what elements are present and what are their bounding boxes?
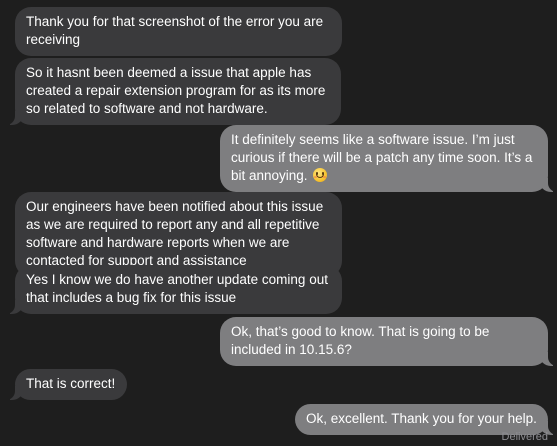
delivery-status: Delivered — [501, 431, 548, 443]
message-text: Thank you for that screenshot of the err… — [26, 14, 324, 47]
message-bubble-outgoing: It definitely seems like a software issu… — [220, 125, 557, 192]
message-text: It definitely seems like a software issu… — [231, 132, 533, 183]
message-text: Ok, excellent. Thank you for your help. — [306, 411, 537, 426]
message-text: That is correct! — [26, 376, 116, 391]
message-text: Ok, that’s good to know. That is going t… — [231, 324, 490, 357]
message-bubble-incoming: So it hasnt been deemed a issue that app… — [4, 58, 341, 125]
smiling-face-icon — [313, 168, 328, 182]
message-bubble-incoming: Thank you for that screenshot of the err… — [15, 7, 342, 56]
message-bubble-incoming: That is correct! — [4, 369, 127, 400]
message-thread: Thank you for that screenshot of the err… — [0, 0, 557, 446]
message-text: Our engineers have been notified about t… — [26, 199, 324, 268]
message-bubble-outgoing: Ok, that’s good to know. That is going t… — [220, 317, 557, 366]
message-text: Yes I know we do have another update com… — [26, 272, 328, 305]
message-bubble-incoming: Yes I know we do have another update com… — [4, 265, 342, 314]
message-text: So it hasnt been deemed a issue that app… — [26, 65, 326, 116]
